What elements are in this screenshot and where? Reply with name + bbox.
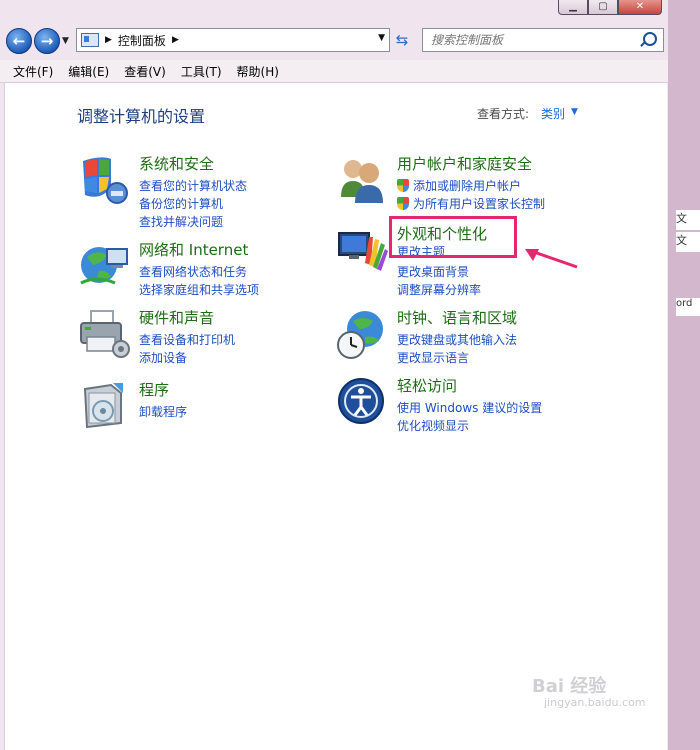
breadcrumb-separator-icon[interactable]: ▶: [172, 35, 179, 45]
category-title-ease-of-access[interactable]: 轻松访问: [397, 375, 457, 396]
search-box[interactable]: [422, 28, 664, 52]
background-window-strip: 文 文 ord: [668, 0, 700, 750]
link-adjust-resolution[interactable]: 调整屏幕分辨率: [397, 281, 481, 298]
clock-globe-icon: [337, 311, 383, 359]
close-button[interactable]: ✕: [618, 0, 662, 15]
link-find-fix-problems[interactable]: 查找并解决问题: [139, 213, 223, 230]
watermark-url: jingyan.baidu.com: [544, 696, 646, 709]
menu-edit[interactable]: 编辑(E): [68, 63, 109, 80]
breadcrumb-separator-icon[interactable]: ▶: [105, 35, 112, 45]
category-title-system-security[interactable]: 系统和安全: [139, 153, 214, 174]
link-optimize-video[interactable]: 优化视频显示: [397, 417, 469, 434]
window-controls: ▁ ▢ ✕: [558, 0, 662, 15]
link-view-network-status[interactable]: 查看网络状态和任务: [139, 263, 247, 280]
link-add-device[interactable]: 添加设备: [139, 349, 187, 366]
link-homegroup-sharing[interactable]: 选择家庭组和共享选项: [139, 281, 259, 298]
uac-shield-icon: [397, 179, 409, 192]
link-change-input-method[interactable]: 更改键盘或其他输入法: [397, 331, 517, 348]
link-view-computer-status[interactable]: 查看您的计算机状态: [139, 177, 247, 194]
uac-shield-icon: [397, 197, 409, 210]
watermark-logo: Bai 经验: [532, 676, 607, 697]
printer-icon: [80, 310, 130, 358]
minimize-button[interactable]: ▁: [558, 0, 588, 15]
side-text: ord: [676, 298, 700, 316]
breadcrumb-control-panel[interactable]: 控制面板: [118, 32, 166, 49]
refresh-icon[interactable]: ⇆: [392, 30, 412, 50]
address-bar[interactable]: ▶ 控制面板 ▶ ▼: [76, 28, 390, 52]
ease-of-access-icon: [338, 378, 384, 424]
link-parental-controls[interactable]: 为所有用户设置家长控制: [397, 195, 545, 212]
view-by-chevron-icon[interactable]: ▼: [571, 107, 578, 117]
view-by-dropdown[interactable]: 类别: [541, 105, 565, 122]
menu-view[interactable]: 查看(V): [124, 63, 166, 80]
control-panel-window: ▁ ▢ ✕ ← → ▼ ▶ 控制面板 ▶ ▼ ⇆ 文件(F) 编辑(E) 查看(…: [0, 0, 669, 750]
forward-arrow-icon[interactable]: →: [34, 28, 60, 54]
recent-pages-chevron-icon[interactable]: ▼: [62, 36, 69, 46]
network-globe-icon: [80, 247, 128, 285]
programs-box-icon: [83, 383, 123, 429]
monitor-palette-icon: [338, 232, 388, 271]
category-title-hardware-sound[interactable]: 硬件和声音: [139, 307, 214, 328]
users-icon: [341, 160, 383, 203]
link-change-display-language[interactable]: 更改显示语言: [397, 349, 469, 366]
view-by-label: 查看方式:: [477, 107, 530, 121]
menu-help[interactable]: 帮助(H): [237, 63, 279, 80]
link-backup-computer[interactable]: 备份您的计算机: [139, 195, 223, 212]
search-input[interactable]: [429, 32, 643, 48]
link-uninstall-program[interactable]: 卸载程序: [139, 403, 187, 420]
highlight-annotation: [389, 216, 517, 258]
search-icon[interactable]: [643, 32, 657, 46]
category-title-user-accounts[interactable]: 用户帐户和家庭安全: [397, 153, 532, 174]
category-title-network-internet[interactable]: 网络和 Internet: [139, 239, 248, 260]
link-add-remove-users[interactable]: 添加或删除用户帐户: [397, 177, 521, 194]
link-devices-printers[interactable]: 查看设备和打印机: [139, 331, 235, 348]
main-content: 调整计算机的设置 查看方式: 类别 ▼ 系统和安全 查看您的计算机状态 备份您的…: [4, 83, 667, 750]
category-title-clock-language[interactable]: 时钟、语言和区域: [397, 307, 517, 328]
control-panel-icon: [81, 33, 99, 47]
navigation-bar: ← → ▼ ▶ 控制面板 ▶ ▼ ⇆: [0, 24, 668, 58]
side-text: 文: [676, 232, 700, 252]
annotation-arrow-icon: [525, 249, 578, 269]
security-shield-icon: [83, 157, 128, 204]
page-title: 调整计算机的设置: [77, 107, 206, 126]
side-text: 文: [676, 210, 700, 230]
link-recommended-settings[interactable]: 使用 Windows 建议的设置: [397, 399, 542, 416]
maximize-button[interactable]: ▢: [588, 0, 618, 15]
category-title-programs[interactable]: 程序: [139, 379, 169, 400]
link-change-desktop-background[interactable]: 更改桌面背景: [397, 263, 469, 280]
menu-bar: 文件(F) 编辑(E) 查看(V) 工具(T) 帮助(H): [0, 60, 668, 83]
back-arrow-icon[interactable]: ←: [6, 28, 32, 54]
menu-file[interactable]: 文件(F): [13, 63, 53, 80]
address-dropdown-icon[interactable]: ▼: [378, 33, 385, 43]
menu-tools[interactable]: 工具(T): [181, 63, 222, 80]
